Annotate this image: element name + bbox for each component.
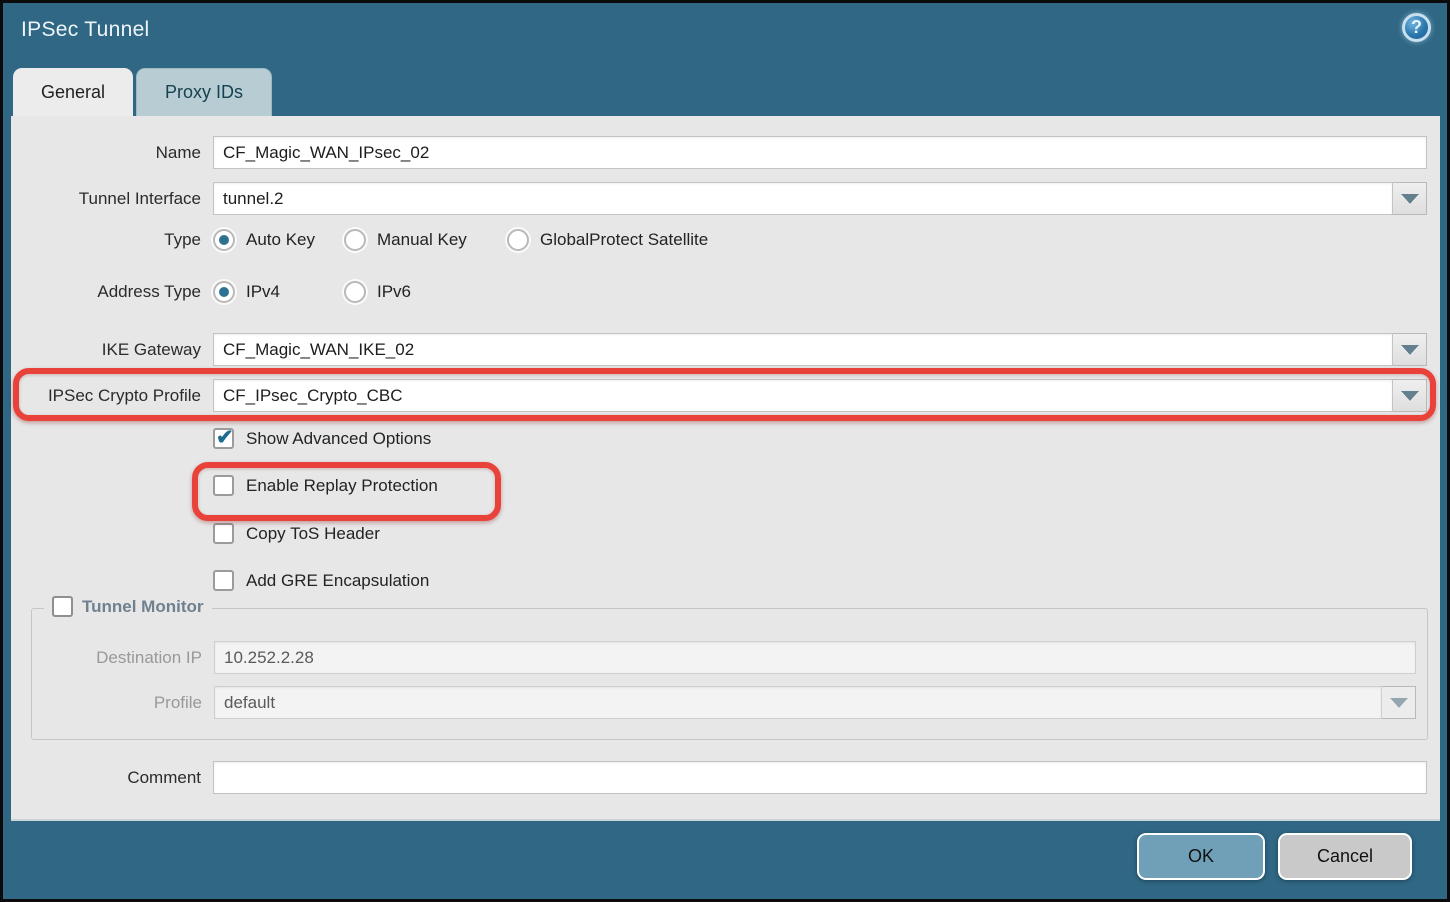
radio-ipv4[interactable]: IPv4 [213,281,344,303]
show-advanced-options-label: Show Advanced Options [246,429,431,449]
chevron-down-icon [1401,391,1419,401]
checkbox-unchecked-icon [213,570,234,591]
address-type-label: Address Type [11,282,213,302]
ipsec-crypto-profile-row: IPSec Crypto Profile [11,379,1440,412]
tunnel-monitor-title: Tunnel Monitor [82,597,204,617]
checkbox-unchecked-icon [213,475,234,496]
copy-tos-header-checkbox[interactable]: Copy ToS Header [213,523,380,544]
radio-button-icon [344,229,366,251]
ike-gateway-label: IKE Gateway [11,340,213,360]
dialog-titlebar: IPSec Tunnel ? [3,3,1447,65]
radio-ipv6-label: IPv6 [377,282,411,302]
profile-dropdown-button [1382,686,1416,719]
radio-manual-key-label: Manual Key [377,230,467,250]
radio-button-icon [507,229,529,251]
checkbox-unchecked-icon [213,523,234,544]
ok-button[interactable]: OK [1137,833,1265,880]
chevron-down-icon [1401,194,1419,204]
tab-bar: General Proxy IDs [13,68,272,116]
type-row: Type Auto Key Manual Key GlobalProtect S… [11,229,1440,251]
radio-globalprotect-label: GlobalProtect Satellite [540,230,708,250]
tunnel-monitor-section: Tunnel Monitor Destination IP Profile [31,608,1428,740]
name-label: Name [11,143,213,163]
address-type-row: Address Type IPv4 IPv6 [11,281,1440,303]
radio-button-icon [213,281,235,303]
ike-gateway-input[interactable] [213,333,1393,366]
type-label: Type [11,230,213,250]
copy-tos-header-label: Copy ToS Header [246,524,380,544]
radio-button-icon [213,229,235,251]
add-gre-encapsulation-row: Add GRE Encapsulation [11,570,1440,591]
radio-globalprotect-satellite[interactable]: GlobalProtect Satellite [507,229,708,251]
tunnel-interface-input[interactable] [213,182,1393,215]
enable-replay-protection-row: Enable Replay Protection [11,475,1440,496]
copy-tos-header-row: Copy ToS Header [11,523,1440,544]
ike-gateway-dropdown-button[interactable] [1393,333,1427,366]
name-row: Name [11,136,1440,169]
tunnel-interface-label: Tunnel Interface [11,189,213,209]
chevron-down-icon [1390,698,1408,708]
general-tab-panel: Name Tunnel Interface Type Auto Key [11,116,1440,821]
comment-input[interactable] [213,761,1427,794]
add-gre-encapsulation-checkbox[interactable]: Add GRE Encapsulation [213,570,429,591]
radio-button-icon [344,281,366,303]
tab-general[interactable]: General [13,68,133,116]
radio-ipv4-label: IPv4 [246,282,280,302]
tunnel-interface-row: Tunnel Interface [11,182,1440,215]
help-icon[interactable]: ? [1402,13,1431,42]
destination-ip-label: Destination IP [32,648,214,668]
ike-gateway-row: IKE Gateway [11,333,1440,366]
radio-auto-key-label: Auto Key [246,230,315,250]
dialog-footer: OK Cancel [3,817,1447,899]
radio-manual-key[interactable]: Manual Key [344,229,507,251]
tab-proxy-ids[interactable]: Proxy IDs [136,68,272,116]
destination-ip-row: Destination IP [32,641,1427,674]
radio-ipv6[interactable]: IPv6 [344,281,411,303]
tunnel-interface-dropdown-button[interactable] [1393,182,1427,215]
show-advanced-options-row: Show Advanced Options [11,428,1440,449]
cancel-button[interactable]: Cancel [1278,833,1412,880]
comment-label: Comment [11,768,213,788]
ipsec-crypto-profile-label: IPSec Crypto Profile [11,386,213,406]
ipsec-crypto-profile-input[interactable] [213,379,1393,412]
tunnel-monitor-checkbox[interactable] [52,596,73,617]
profile-label: Profile [32,693,214,713]
add-gre-encapsulation-label: Add GRE Encapsulation [246,571,429,591]
chevron-down-icon [1401,345,1419,355]
name-input[interactable] [213,136,1427,169]
radio-auto-key[interactable]: Auto Key [213,229,344,251]
enable-replay-protection-checkbox[interactable]: Enable Replay Protection [213,475,438,496]
enable-replay-protection-label: Enable Replay Protection [246,476,438,496]
ipsec-crypto-profile-dropdown-button[interactable] [1393,379,1427,412]
show-advanced-options-checkbox[interactable]: Show Advanced Options [213,428,431,449]
profile-input [214,686,1382,719]
destination-ip-input [214,641,1416,674]
profile-row: Profile [32,686,1427,719]
tunnel-monitor-legend: Tunnel Monitor [44,596,212,617]
checkbox-checked-icon [213,428,234,449]
ipsec-tunnel-dialog: IPSec Tunnel ? General Proxy IDs Name Tu… [0,0,1450,902]
dialog-title: IPSec Tunnel [21,18,150,42]
comment-row: Comment [11,761,1440,794]
